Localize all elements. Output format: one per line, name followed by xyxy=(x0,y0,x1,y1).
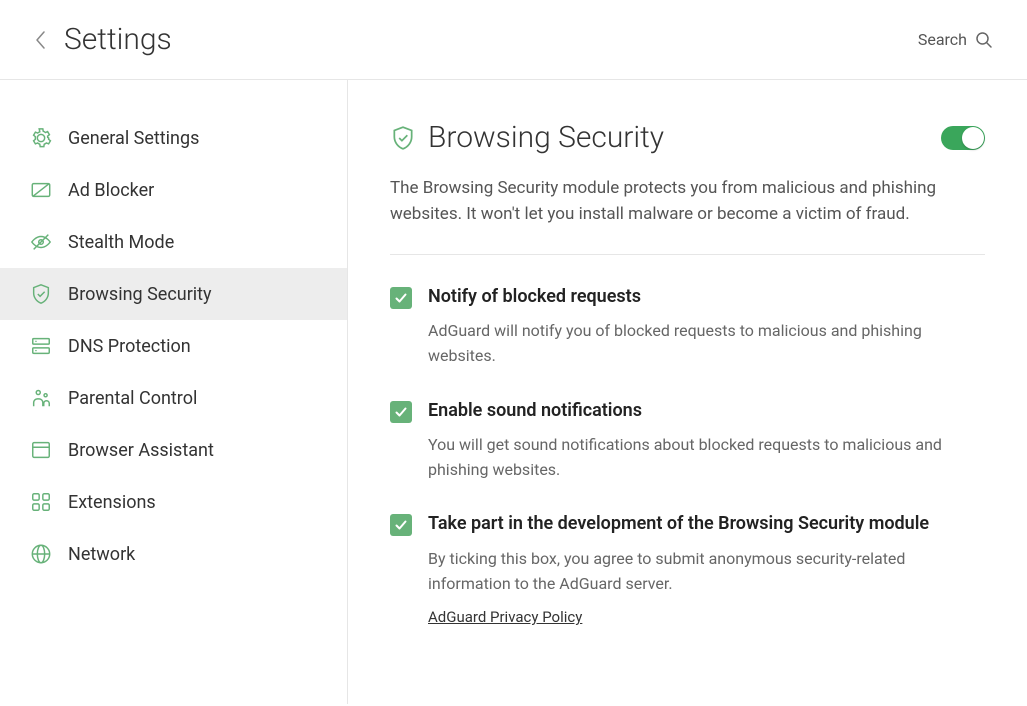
search-button[interactable]: Search xyxy=(918,30,993,49)
sidebar-item-ad-blocker[interactable]: Ad Blocker xyxy=(0,164,347,216)
sidebar-item-label: DNS Protection xyxy=(68,336,191,357)
sidebar-item-label: General Settings xyxy=(68,128,199,149)
ad-blocker-icon xyxy=(30,179,52,201)
option-desc: AdGuard will notify you of blocked reque… xyxy=(428,319,985,369)
sidebar-item-network[interactable]: Network xyxy=(0,528,347,580)
check-icon xyxy=(394,291,408,305)
checkbox-sound[interactable] xyxy=(390,401,412,423)
sidebar-item-label: Ad Blocker xyxy=(68,180,154,201)
main-title: Browsing Security xyxy=(428,120,664,155)
option-content: Notify of blocked requests AdGuard will … xyxy=(428,285,985,369)
sidebar-item-browsing-security[interactable]: Browsing Security xyxy=(0,268,347,320)
sidebar-item-label: Extensions xyxy=(68,492,156,513)
option-title: Notify of blocked requests xyxy=(428,285,985,309)
globe-icon xyxy=(30,543,52,565)
sidebar-item-label: Parental Control xyxy=(68,388,197,409)
option-development: Take part in the development of the Brow… xyxy=(390,512,985,626)
sidebar-item-label: Stealth Mode xyxy=(68,232,174,253)
check-icon xyxy=(394,405,408,419)
body: General Settings Ad Blocker Stealth Mode… xyxy=(0,80,1027,704)
privacy-policy-link[interactable]: AdGuard Privacy Policy xyxy=(428,608,582,626)
option-desc: You will get sound notifications about b… xyxy=(428,433,985,483)
shield-icon xyxy=(390,125,416,151)
option-content: Take part in the development of the Brow… xyxy=(428,512,985,626)
header-left: Settings xyxy=(34,22,172,57)
sidebar-item-stealth-mode[interactable]: Stealth Mode xyxy=(0,216,347,268)
option-title: Enable sound notifications xyxy=(428,399,985,423)
sidebar-item-dns-protection[interactable]: DNS Protection xyxy=(0,320,347,372)
stealth-icon xyxy=(30,231,52,253)
browser-icon xyxy=(30,439,52,461)
dns-icon xyxy=(30,335,52,357)
option-title: Take part in the development of the Brow… xyxy=(428,512,985,536)
option-notify-blocked: Notify of blocked requests AdGuard will … xyxy=(390,285,985,369)
main-panel: Browsing Security The Browsing Security … xyxy=(348,80,1027,704)
checkbox-development[interactable] xyxy=(390,514,412,536)
check-icon xyxy=(394,518,408,532)
option-sound-notifications: Enable sound notifications You will get … xyxy=(390,399,985,483)
sidebar-item-parental-control[interactable]: Parental Control xyxy=(0,372,347,424)
parental-icon xyxy=(30,387,52,409)
divider xyxy=(390,254,985,255)
sidebar-item-label: Browser Assistant xyxy=(68,440,214,461)
sidebar-item-extensions[interactable]: Extensions xyxy=(0,476,347,528)
option-desc: By ticking this box, you agree to submit… xyxy=(428,547,985,597)
page-title: Settings xyxy=(64,22,172,57)
shield-icon xyxy=(30,283,52,305)
extensions-icon xyxy=(30,491,52,513)
search-label: Search xyxy=(918,30,967,49)
checkbox-notify[interactable] xyxy=(390,287,412,309)
main-header: Browsing Security xyxy=(390,120,985,155)
sidebar-item-label: Network xyxy=(68,544,135,565)
sidebar-item-label: Browsing Security xyxy=(68,284,212,305)
sidebar-item-general-settings[interactable]: General Settings xyxy=(0,112,347,164)
search-icon xyxy=(975,31,993,49)
header: Settings Search xyxy=(0,0,1027,80)
option-content: Enable sound notifications You will get … xyxy=(428,399,985,483)
gear-icon xyxy=(30,127,52,149)
sidebar: General Settings Ad Blocker Stealth Mode… xyxy=(0,80,348,704)
toggle-knob xyxy=(962,127,984,149)
main-title-wrap: Browsing Security xyxy=(390,120,664,155)
back-button[interactable] xyxy=(34,30,46,50)
chevron-left-icon xyxy=(34,30,46,50)
module-toggle[interactable] xyxy=(941,126,985,150)
sidebar-item-browser-assistant[interactable]: Browser Assistant xyxy=(0,424,347,476)
main-description: The Browsing Security module protects yo… xyxy=(390,175,985,228)
